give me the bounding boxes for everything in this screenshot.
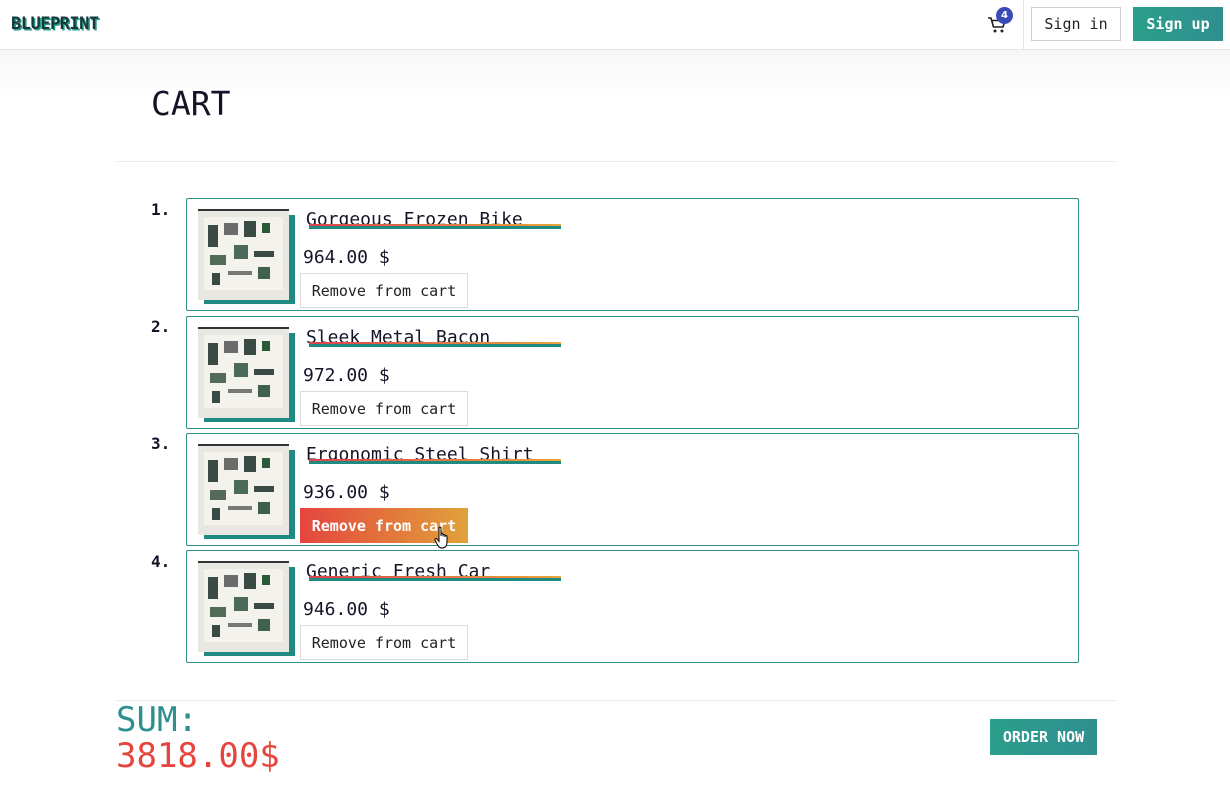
sum-label: SUM: xyxy=(116,700,198,740)
product-price: 964.00 $ xyxy=(303,247,390,268)
product-price: 946.00 $ xyxy=(303,599,390,620)
cart-count-badge: 4 xyxy=(996,7,1013,24)
sign-in-button[interactable]: Sign in xyxy=(1031,7,1121,41)
sum-value: 3818.00$ xyxy=(116,736,280,776)
product-image xyxy=(198,209,289,300)
name-underline xyxy=(309,576,561,581)
header-divider xyxy=(1023,0,1024,49)
product-image xyxy=(198,561,289,652)
name-underline xyxy=(309,224,561,229)
page-title: CART xyxy=(151,84,231,123)
product-image xyxy=(198,327,289,418)
remove-from-cart-button[interactable]: Remove from cart xyxy=(300,273,468,308)
remove-from-cart-button[interactable]: Remove from cart xyxy=(300,508,468,543)
cart-item-card: Generic Fresh Car 946.00 $ Remove from c… xyxy=(186,550,1079,663)
item-number: 4. xyxy=(151,552,171,571)
sign-up-button[interactable]: Sign up xyxy=(1133,7,1223,41)
cart-item-card: Gorgeous Frozen Bike 964.00 $ Remove fro… xyxy=(186,198,1079,311)
cart-item-card: Sleek Metal Bacon 972.00 $ Remove from c… xyxy=(186,316,1079,429)
logo[interactable]: BLUEPRINT xyxy=(11,14,99,34)
summary-divider xyxy=(116,700,1116,701)
product-image xyxy=(198,444,289,535)
top-navbar: BLUEPRINT 4 Sign in Sign up xyxy=(0,0,1230,50)
item-number: 1. xyxy=(151,200,171,219)
remove-from-cart-button[interactable]: Remove from cart xyxy=(300,625,468,660)
item-number: 3. xyxy=(151,434,171,453)
cart-item-card: Ergonomic Steel Shirt 936.00 $ Remove fr… xyxy=(186,433,1079,546)
name-underline xyxy=(309,342,561,347)
product-price: 972.00 $ xyxy=(303,365,390,386)
remove-from-cart-button[interactable]: Remove from cart xyxy=(300,391,468,426)
item-number: 2. xyxy=(151,317,171,336)
name-underline xyxy=(309,459,561,464)
title-divider xyxy=(116,161,1116,162)
product-price: 936.00 $ xyxy=(303,482,390,503)
order-now-button[interactable]: ORDER NOW xyxy=(990,719,1097,755)
